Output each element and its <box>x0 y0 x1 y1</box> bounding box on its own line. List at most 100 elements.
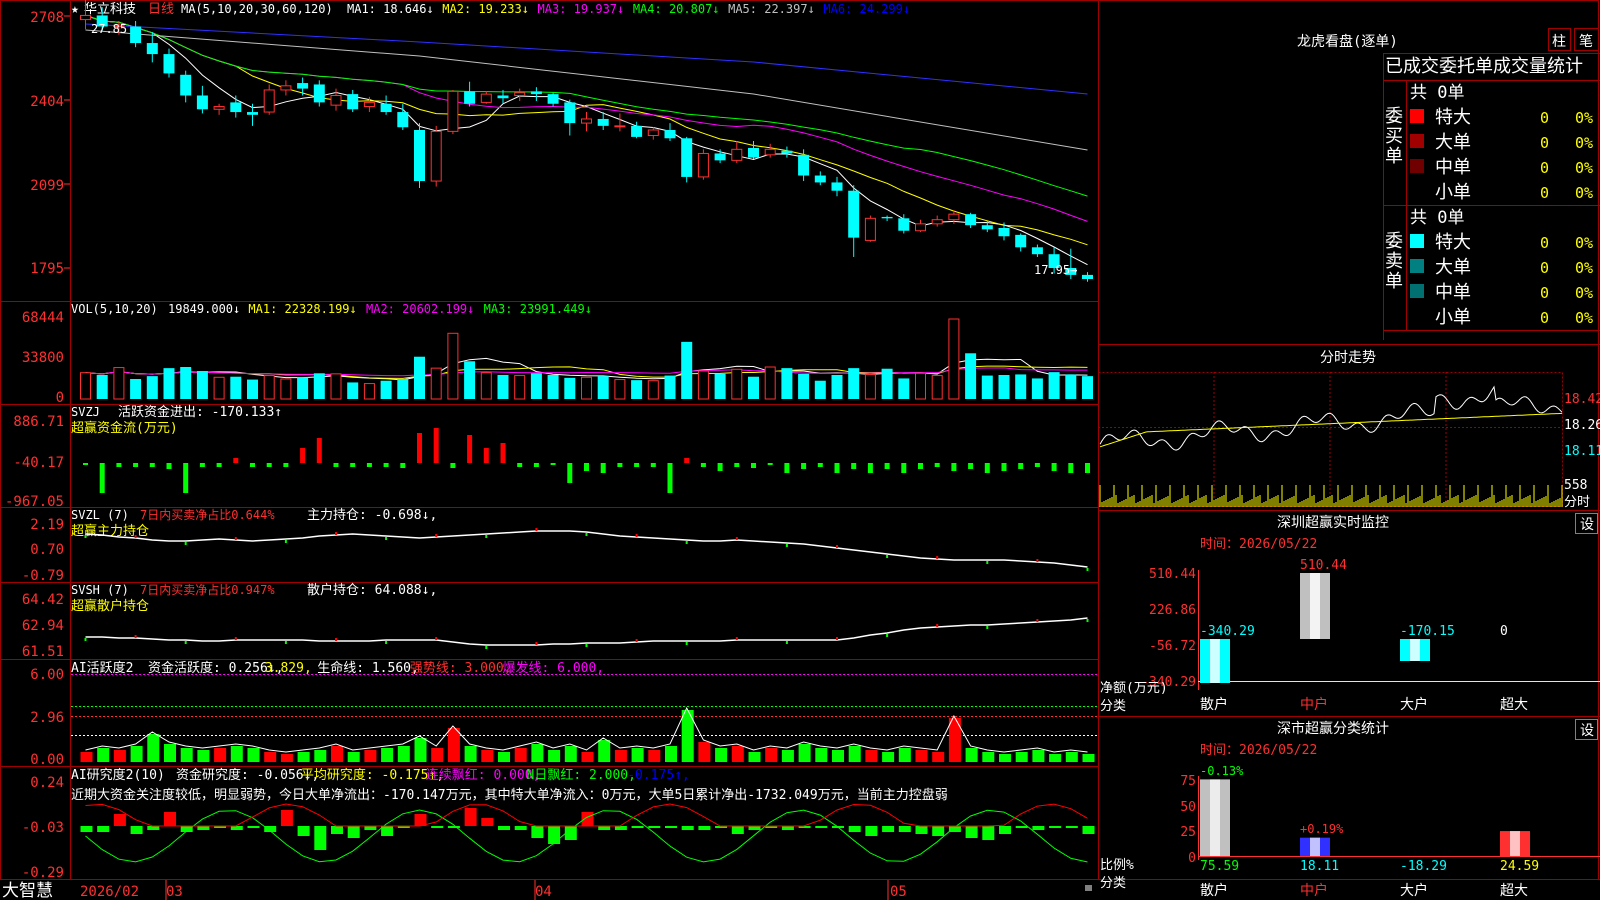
candle-body <box>948 213 960 221</box>
svzl-panel: SVZL (7) 7日内买卖净占比0.644% 主力持仓: -0.698↓, 超… <box>22 507 1089 584</box>
period-label[interactable]: 日线 <box>148 2 174 17</box>
volume-bar <box>998 375 1010 399</box>
last-price-label: 17.95→ <box>1034 263 1077 277</box>
svsh-line-tick <box>1086 619 1089 622</box>
ai-active-bar <box>832 750 844 762</box>
monitor-bar-highlight <box>1310 573 1320 639</box>
stock-name: 华立科技 <box>84 2 136 17</box>
ai-active-bar <box>264 752 277 762</box>
ai-research-bar <box>915 826 928 834</box>
svzl-line-tick <box>1036 559 1039 562</box>
vol-header: VOL(5,10,20) <box>71 302 158 316</box>
ai-active-bar <box>598 740 611 762</box>
ai-research-panel: AI研究度2(10) 资金研究度: -0.056↓,平均研究度: -0.175↑… <box>22 767 1095 881</box>
ai-research-bar <box>698 826 711 830</box>
legend-item: MA4: 20.807↓ <box>633 2 720 16</box>
monitor-category-label: 散户 <box>1200 696 1228 713</box>
ai-research-bar <box>130 826 143 834</box>
monitor-panel: 深圳超赢实时监控 设 时间：2026/05/22 510.44 226.86 -… <box>1100 513 1600 714</box>
svzj-bar <box>717 463 723 471</box>
svsh-line-tick <box>535 642 538 645</box>
x-tick: 05 <box>890 884 907 900</box>
lock-icon[interactable] <box>1085 885 1092 891</box>
volume-bar <box>898 378 910 399</box>
volume-bar <box>480 372 492 400</box>
intraday-title: 分时走势 <box>1320 350 1376 366</box>
ai-research-bar <box>381 826 394 836</box>
svzj-bar <box>266 463 272 467</box>
candle-body <box>1015 234 1027 248</box>
svzl-line-tick <box>986 561 989 564</box>
volume-bar <box>647 380 659 400</box>
ai-research-bar <box>865 826 878 836</box>
y-tick: 0.70 <box>30 542 64 558</box>
y-tick: 2708 <box>30 10 64 26</box>
svsh-line-tick <box>635 639 638 642</box>
classify-axis-label: 比例% <box>1100 858 1134 873</box>
ai-active-bar <box>731 746 744 762</box>
ai-research-bars <box>80 803 1095 863</box>
dragon-row-pct: 0% <box>1575 309 1593 327</box>
svsh-title: SVSH (7) <box>71 583 129 597</box>
ai-active-bar <box>214 748 227 762</box>
ai-research-bar <box>982 826 995 840</box>
ai-research-bar <box>80 826 93 832</box>
dragon-row-count: 0 <box>1540 259 1549 277</box>
ai-research-bar <box>848 826 861 832</box>
candle-body <box>447 90 459 132</box>
dragon-swatch <box>1410 284 1424 298</box>
tab-tick-label: 笔 <box>1579 34 1593 50</box>
ai-active-bar <box>1065 752 1078 762</box>
candle-body <box>530 91 542 95</box>
svzj-bar <box>834 463 840 473</box>
candle-body <box>781 150 793 154</box>
y-tick: 510.44 <box>1149 567 1196 582</box>
candle-body <box>564 102 576 124</box>
legend-item: 资金研究度: -0.056↓, <box>176 767 319 783</box>
dragon-side-label: 单 <box>1385 146 1403 167</box>
volume-bar <box>848 368 860 399</box>
svzl-line-tick <box>485 535 488 538</box>
svzl-line-tick <box>836 545 838 548</box>
ai-research-bar <box>1065 826 1078 828</box>
svsh-line-tick <box>936 624 939 627</box>
volume-bar <box>1065 374 1077 399</box>
svzj-bar <box>417 433 422 463</box>
svzj-bar <box>116 463 122 467</box>
legend-item: MA6: 24.299↓ <box>823 2 910 16</box>
ai-research-bar <box>665 826 677 828</box>
svsh-line-tick <box>485 646 488 649</box>
volume-bar <box>864 373 876 400</box>
dragon-row-label: 大单 <box>1435 132 1471 153</box>
ai-active-bar <box>965 748 978 762</box>
y-tick: 75 <box>1180 774 1196 789</box>
x-tick: 04 <box>535 884 552 900</box>
y-tick: 61.51 <box>22 644 64 660</box>
volume-bar <box>80 372 91 400</box>
ai-active-title: AI活跃度2 <box>71 660 133 676</box>
volume-bar <box>280 378 292 400</box>
svsh-line-tick <box>735 637 738 640</box>
classify-category-label: 大户 <box>1400 882 1428 899</box>
monitor-category-label: 大户 <box>1400 696 1428 713</box>
svzl-line <box>84 528 1089 571</box>
ai-active-bar <box>97 748 110 762</box>
candle-body <box>631 125 643 137</box>
svsh-line-tick <box>685 642 688 645</box>
svzl-line-tick <box>234 537 237 540</box>
ai-research-bar <box>464 808 477 826</box>
monitor-category-label: 中户 <box>1300 696 1328 713</box>
volume-bar <box>915 372 926 400</box>
svzl-line-tick <box>335 532 337 535</box>
svzl-line-tick <box>184 542 187 545</box>
candle-body <box>664 129 676 139</box>
volume-bar <box>196 371 208 399</box>
dragon-row-pct: 0% <box>1575 109 1593 127</box>
favorite-star-icon[interactable]: ★ <box>71 2 79 17</box>
dragon-total: 共 0单 <box>1410 83 1464 103</box>
ai-active-bar <box>581 752 594 762</box>
ai-active-bar <box>798 744 811 762</box>
svzj-bar <box>617 463 623 467</box>
y-tick: 2.19 <box>30 517 64 533</box>
ai-active-bar <box>999 754 1011 762</box>
